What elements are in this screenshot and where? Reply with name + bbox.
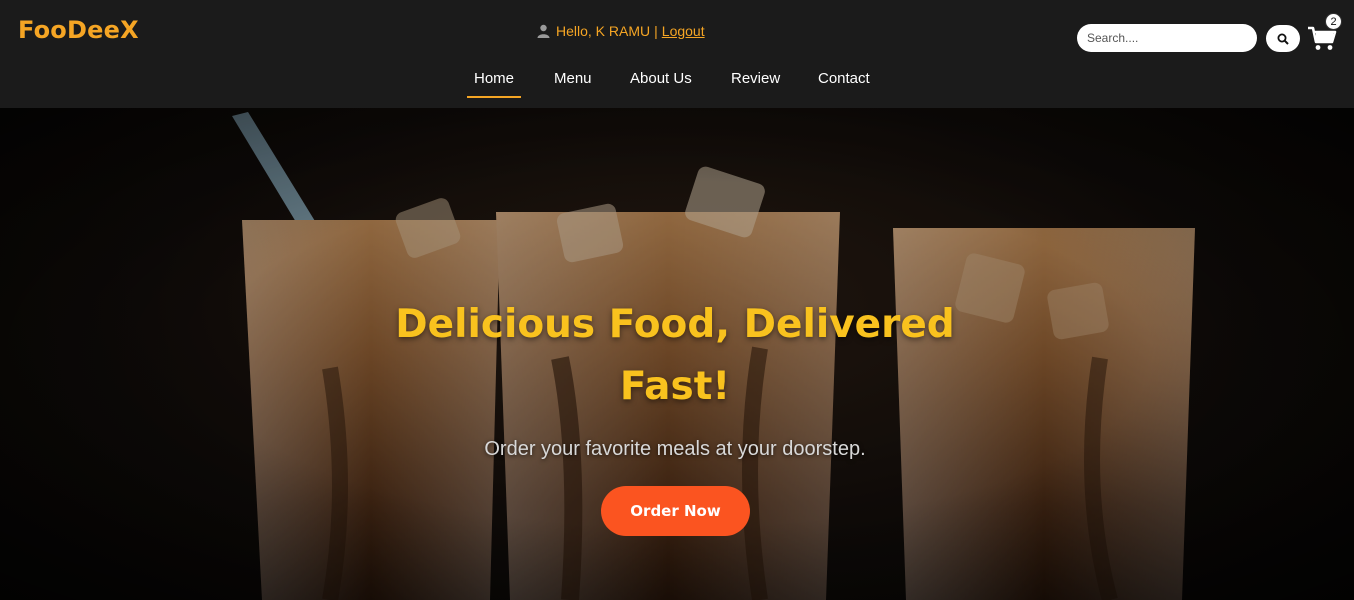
user-icon bbox=[537, 24, 550, 38]
nav-item-about-us[interactable]: About Us bbox=[630, 70, 692, 87]
nav-item-contact[interactable]: Contact bbox=[818, 70, 870, 87]
hero-subtitle: Order your favorite meals at your doorst… bbox=[484, 438, 866, 460]
greeting-text: Hello, K RAMU bbox=[556, 23, 651, 39]
search-input[interactable] bbox=[1077, 24, 1257, 52]
hero-banner: Delicious Food, Delivered Fast! Order yo… bbox=[0, 108, 1354, 600]
nav-item-review[interactable]: Review bbox=[731, 70, 780, 87]
search-icon bbox=[1277, 33, 1289, 45]
search-button[interactable] bbox=[1266, 25, 1300, 52]
brand-logo[interactable]: FooDeeX bbox=[18, 16, 139, 44]
user-greeting-bar: Hello, K RAMU | Logout bbox=[537, 23, 705, 39]
nav-item-home[interactable]: Home bbox=[466, 70, 522, 98]
nav-item-menu[interactable]: Menu bbox=[554, 70, 592, 87]
logout-link[interactable]: Logout bbox=[662, 23, 705, 39]
site-header: FooDeeX Hello, K RAMU | Logout 2 Home Me… bbox=[0, 0, 1354, 108]
cart-count-badge: 2 bbox=[1325, 13, 1342, 30]
hero-title: Delicious Food, Delivered Fast! bbox=[395, 302, 955, 409]
greeting-separator: | bbox=[654, 23, 658, 39]
order-now-button[interactable]: Order Now bbox=[601, 486, 750, 536]
main-nav: Home Menu About Us Review Contact bbox=[0, 70, 1354, 100]
